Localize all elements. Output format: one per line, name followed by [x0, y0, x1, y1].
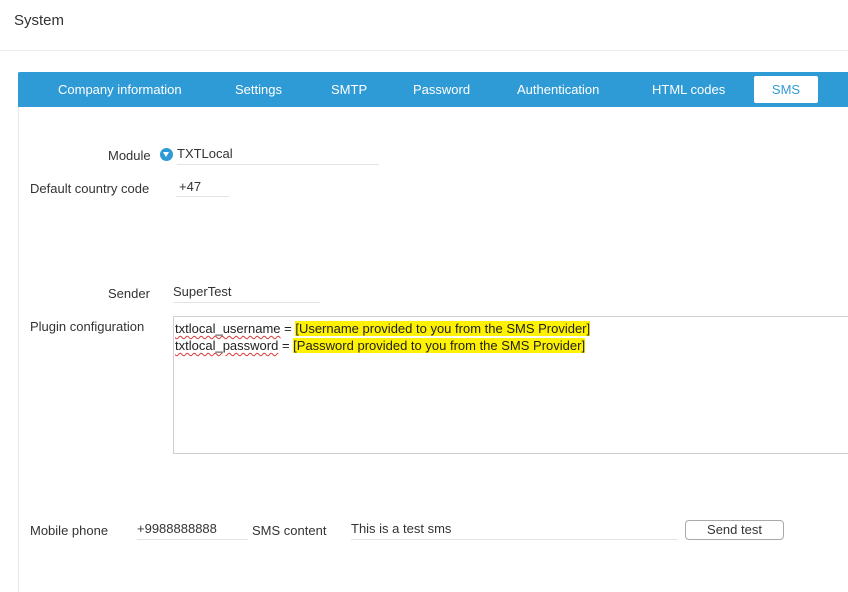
config-equals: =	[280, 321, 296, 336]
mobile-phone-label: Mobile phone	[30, 523, 109, 538]
tab-html-codes[interactable]: HTML codes	[652, 72, 725, 107]
module-label: Module	[108, 148, 151, 163]
tab-bar: Company information Settings SMTP Passwo…	[18, 72, 848, 107]
module-select[interactable]: TXTLocal	[177, 146, 379, 165]
tab-smtp[interactable]: SMTP	[331, 72, 367, 107]
plugin-configuration-label: Plugin configuration	[30, 319, 145, 334]
sms-content-label: SMS content	[252, 523, 327, 538]
tab-password[interactable]: Password	[413, 72, 470, 107]
config-value-highlight: [Password provided to you from the SMS P…	[293, 338, 586, 353]
config-key: txtlocal_password	[175, 338, 279, 353]
header-divider	[0, 50, 848, 51]
sender-label: Sender	[108, 286, 150, 301]
page-title: System	[14, 12, 65, 29]
config-line-username: txtlocal_username = [Username provided t…	[175, 320, 848, 337]
send-test-button[interactable]: Send test	[685, 520, 784, 540]
country-code-input[interactable]: +47	[176, 179, 229, 197]
tab-settings[interactable]: Settings	[235, 72, 282, 107]
tab-authentication[interactable]: Authentication	[517, 72, 599, 107]
sender-input[interactable]: SuperTest	[173, 284, 320, 303]
mobile-phone-input[interactable]: +9988888888	[137, 521, 248, 540]
config-equals: =	[278, 338, 294, 353]
tab-sms[interactable]: SMS	[754, 76, 818, 103]
config-key: txtlocal_username	[175, 321, 281, 336]
tab-company-information[interactable]: Company information	[58, 72, 182, 107]
country-code-label: Default country code	[30, 181, 150, 196]
config-line-password: txtlocal_password = [Password provided t…	[175, 337, 848, 354]
config-value-highlight: [Username provided to you from the SMS P…	[295, 321, 591, 336]
chevron-down-icon[interactable]	[160, 148, 173, 161]
plugin-configuration-textarea[interactable]: txtlocal_username = [Username provided t…	[173, 316, 848, 454]
sms-content-input[interactable]: This is a test sms	[351, 521, 678, 540]
